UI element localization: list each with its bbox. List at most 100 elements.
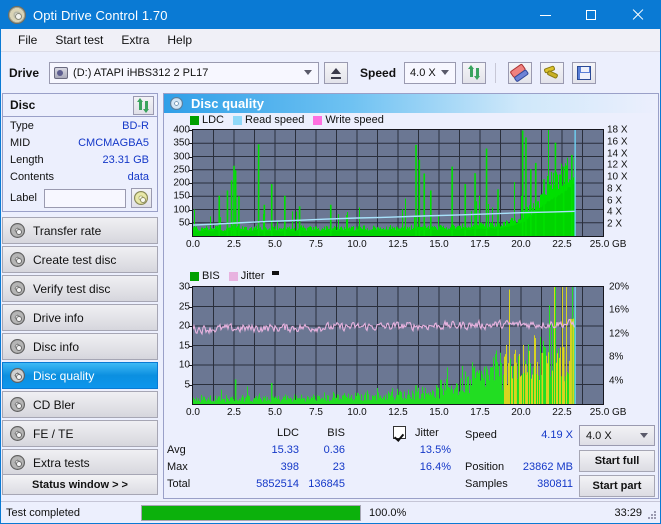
x-tick-label: 0.0 xyxy=(186,407,200,418)
disc-panel-title: Disc xyxy=(10,98,36,112)
sidebar-item-disc-quality[interactable]: Disc quality xyxy=(2,362,158,389)
y-tick-label: 100 xyxy=(173,204,190,215)
menu-item-file[interactable]: File xyxy=(9,31,46,49)
title-bar: Opti Drive Control 1.70 xyxy=(1,1,660,29)
y-tick-mark xyxy=(189,130,193,131)
y2-tick-label: 16 X xyxy=(607,136,628,148)
x-tick-label: 12.5 xyxy=(388,239,408,250)
sidebar-item-create-test-disc[interactable]: Create test disc xyxy=(2,246,158,273)
legend-label-bis: BIS xyxy=(202,270,220,282)
legend-item-bis: BIS xyxy=(190,270,220,282)
toolbar: Drive (D:) ATAPI iHBS312 2 PL17 Speed 4.… xyxy=(1,52,660,93)
panel-title: Disc quality xyxy=(191,96,264,111)
status-window-button[interactable]: Status window > > xyxy=(2,474,158,495)
jitter-checkbox[interactable] xyxy=(393,426,406,439)
speed-y-axis: 2 X4 X6 X8 X 10 X 12 X 14 X 16 X 18 X xyxy=(607,125,655,239)
y-tick-label: 25 xyxy=(178,301,190,312)
x-tick-label: 12.5 xyxy=(388,407,408,418)
y2-tick-label: 20% xyxy=(609,281,630,293)
disc-type-value: BD-R xyxy=(122,119,149,132)
drive-label: Drive xyxy=(9,65,40,80)
eject-button[interactable] xyxy=(324,61,349,84)
x-tick-label: 15.0 xyxy=(429,407,449,418)
disc-label-input[interactable] xyxy=(43,188,126,208)
sidebar-item-extra-tests[interactable]: Extra tests xyxy=(2,449,158,476)
x-tick-label: 5.0 xyxy=(268,407,282,418)
maximize-icon xyxy=(586,10,596,20)
sidebar: Disc Type BD-R MID CMCMAGBA5 Length 23.3… xyxy=(2,93,160,499)
legend-item-write-speed: Write speed xyxy=(313,114,384,126)
sidebar-item-label: Transfer rate xyxy=(33,223,102,238)
disc-refresh-button[interactable] xyxy=(133,96,154,115)
legend-swatch-jitter xyxy=(228,271,238,281)
disc-mid-value: CMCMAGBA5 xyxy=(78,136,149,149)
read-disc-label-button[interactable] xyxy=(130,188,152,208)
speed-select[interactable]: 4.0 X xyxy=(404,61,457,84)
stats-speed-label: Speed xyxy=(465,429,497,441)
stats-speed-value: 4.19 X xyxy=(541,429,573,441)
menu-item-help[interactable]: Help xyxy=(158,31,201,49)
disc-contents-value: data xyxy=(127,170,149,183)
sidebar-item-drive-info[interactable]: Drive info xyxy=(2,304,158,331)
legend-swatch-write-speed xyxy=(313,115,323,125)
disc-icon xyxy=(170,97,183,110)
disc-label-label: Label xyxy=(10,192,37,204)
x-tick-label: 25.0 GB xyxy=(589,239,627,250)
resize-grip[interactable] xyxy=(647,510,657,520)
minimize-button[interactable] xyxy=(522,1,568,29)
y2-tick-label: 8% xyxy=(609,351,624,363)
stats-header-bis: BIS xyxy=(327,427,345,439)
y-tick-mark xyxy=(189,287,193,288)
y2-tick-label: 10 X xyxy=(607,171,628,183)
sidebar-item-label: Drive info xyxy=(33,310,84,325)
x-tick-label: 10.0 xyxy=(347,407,367,418)
sidebar-item-cd-bler[interactable]: CD Bler xyxy=(2,391,158,418)
stats-avg-ldc: 15.33 xyxy=(271,444,299,456)
disc-row-label: Label xyxy=(3,185,157,211)
maximize-button[interactable] xyxy=(568,1,614,29)
legend-item-read-speed: Read speed xyxy=(233,114,304,126)
stats-max-bis: 23 xyxy=(332,461,345,473)
disc-icon xyxy=(134,191,149,205)
y-tick-mark xyxy=(189,306,193,308)
drive-select-value: (D:) ATAPI iHBS312 2 PL17 xyxy=(73,66,209,79)
menu-item-extra[interactable]: Extra xyxy=(112,31,158,49)
close-button[interactable] xyxy=(614,1,660,29)
test-speed-value: 4.0 X xyxy=(586,429,612,442)
window-controls xyxy=(522,1,660,29)
save-button[interactable] xyxy=(572,61,597,84)
y-tick-label: 10 xyxy=(178,359,190,371)
refresh-drive-button[interactable] xyxy=(462,61,487,84)
y2-tick-label: 12% xyxy=(609,328,630,340)
disc-icon xyxy=(10,339,25,354)
legend-swatch-ldc xyxy=(190,115,199,125)
start-full-button[interactable]: Start full xyxy=(579,450,655,472)
sidebar-item-disc-info[interactable]: Disc info xyxy=(2,333,158,360)
drive-select[interactable]: (D:) ATAPI iHBS312 2 PL17 xyxy=(49,61,320,84)
stats-header-ldc: LDC xyxy=(276,427,299,439)
start-part-button[interactable]: Start part xyxy=(579,475,655,497)
app-disc-icon xyxy=(8,6,26,24)
legend-swatch-bis xyxy=(190,271,199,281)
stats-row-label-avg: Avg xyxy=(167,444,186,456)
menu-item-start-test[interactable]: Start test xyxy=(46,31,112,49)
x-tick-label: 0.0 xyxy=(186,239,200,250)
stats-total-bis: 136845 xyxy=(308,478,345,490)
y2-tick-label: 8 X xyxy=(607,183,623,195)
x-tick-label: 17.5 xyxy=(470,239,490,250)
erase-button[interactable] xyxy=(508,61,533,84)
tools-button[interactable] xyxy=(540,61,565,84)
test-speed-select[interactable]: 4.0 X xyxy=(579,425,655,446)
sidebar-item-transfer-rate[interactable]: Transfer rate xyxy=(2,217,158,244)
sidebar-item-fe-te[interactable]: FE / TE xyxy=(2,420,158,447)
y2-tick-label: 16% xyxy=(609,304,630,316)
statistics-panel: LDC BIS Jitter Avg 15.33 0.36 13.5% Max … xyxy=(165,423,658,497)
tools-icon xyxy=(543,64,560,80)
disc-quality-panel: Disc quality LDC Read speed Write speed … xyxy=(163,93,659,499)
chevron-down-icon xyxy=(304,69,313,75)
close-icon xyxy=(631,9,643,21)
legend-swatch-read-speed xyxy=(233,115,243,125)
bis-plot-svg xyxy=(193,287,603,404)
y-tick-mark xyxy=(189,365,193,366)
sidebar-item-verify-test-disc[interactable]: Verify test disc xyxy=(2,275,158,302)
